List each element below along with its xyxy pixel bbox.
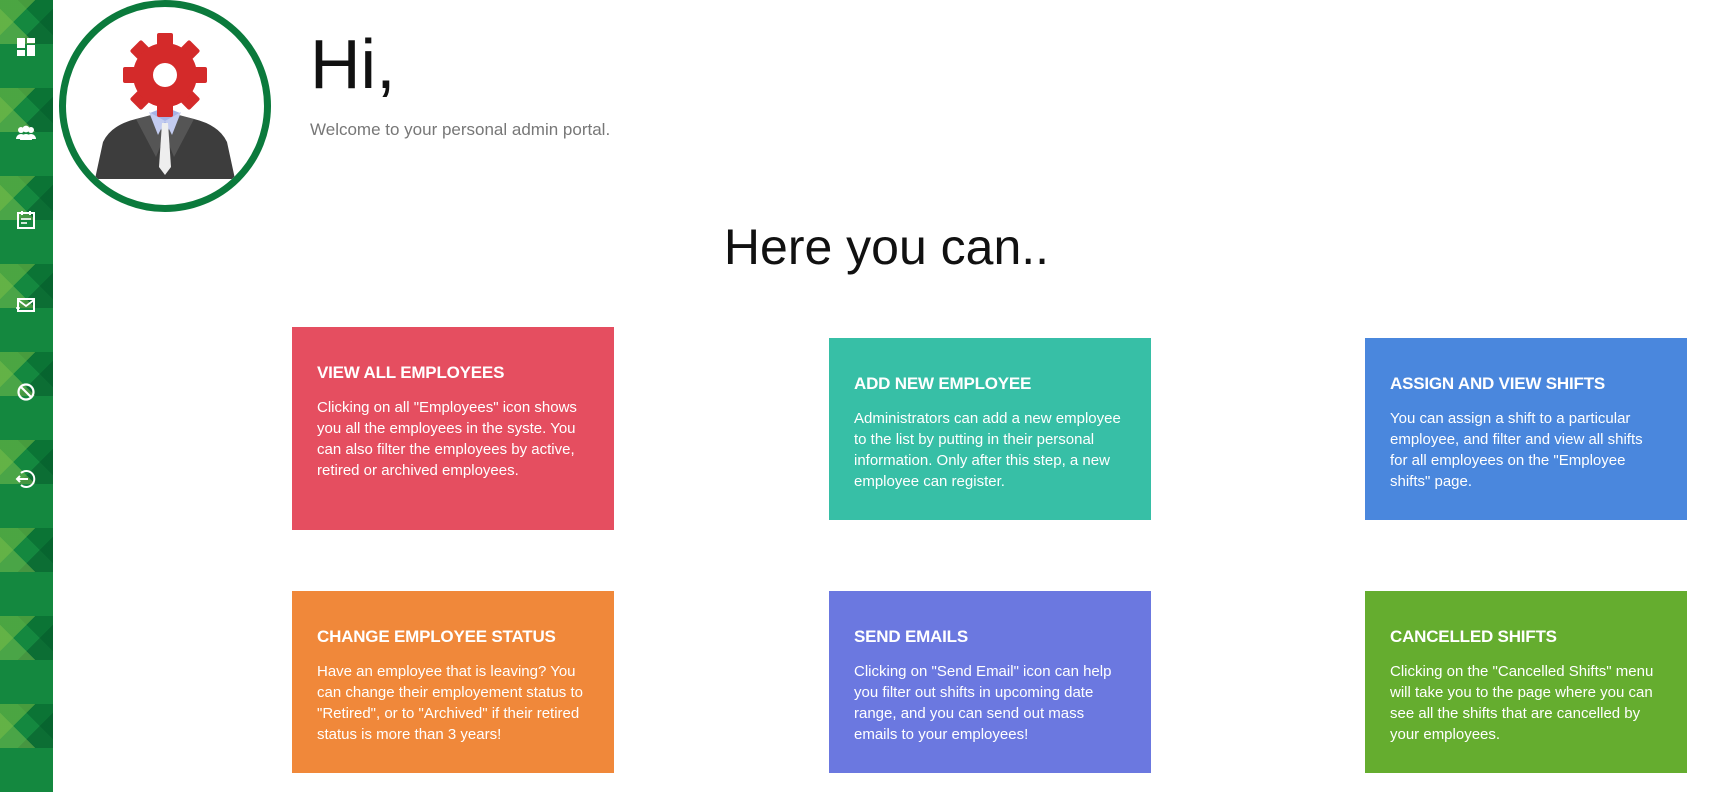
send-email-icon[interactable] bbox=[12, 291, 40, 319]
employees-icon[interactable] bbox=[12, 119, 40, 147]
cancelled-shifts-icon[interactable] bbox=[12, 378, 40, 406]
card-assign-and-view-shifts[interactable]: ASSIGN AND VIEW SHIFTS You can assign a … bbox=[1365, 338, 1687, 520]
card-view-all-employees[interactable]: VIEW ALL EMPLOYEES Clicking on all "Empl… bbox=[292, 327, 614, 530]
sidebar bbox=[0, 0, 53, 792]
card-title: CANCELLED SHIFTS bbox=[1390, 627, 1557, 646]
card-title: SEND EMAILS bbox=[854, 627, 968, 646]
card-cancelled-shifts[interactable]: CANCELLED SHIFTS Clicking on the "Cancel… bbox=[1365, 591, 1687, 773]
card-send-emails[interactable]: SEND EMAILS Clicking on "Send Email" ico… bbox=[829, 591, 1151, 773]
card-text: Clicking on all "Employees" icon shows y… bbox=[317, 399, 577, 479]
shifts-calendar-icon[interactable] bbox=[12, 206, 40, 234]
card-title: ASSIGN AND VIEW SHIFTS bbox=[1390, 374, 1606, 393]
dashboard-icon[interactable] bbox=[12, 33, 40, 61]
welcome-text: Welcome to your personal admin portal. bbox=[310, 120, 611, 139]
card-text: Have an employee that is leaving? You ca… bbox=[317, 663, 583, 743]
card-text: Clicking on the "Cancelled Shifts" menu … bbox=[1390, 663, 1654, 743]
card-text: Clicking on "Send Email" icon can help y… bbox=[854, 663, 1112, 743]
admin-avatar bbox=[59, 0, 271, 212]
admin-gear-head-icon bbox=[95, 33, 235, 179]
section-title: Here you can.. bbox=[723, 219, 1050, 275]
card-add-new-employee[interactable]: ADD NEW EMPLOYEE Administrators can add … bbox=[829, 338, 1151, 520]
greeting-heading: Hi, bbox=[310, 25, 396, 103]
card-title: CHANGE EMPLOYEE STATUS bbox=[317, 627, 556, 646]
card-text: Administrators can add a new employee to… bbox=[854, 410, 1121, 490]
card-title: VIEW ALL EMPLOYEES bbox=[317, 363, 505, 382]
logout-icon[interactable] bbox=[12, 465, 40, 493]
card-title: ADD NEW EMPLOYEE bbox=[854, 374, 1032, 393]
card-text: You can assign a shift to a particular e… bbox=[1390, 410, 1643, 490]
card-change-employee-status[interactable]: CHANGE EMPLOYEE STATUS Have an employee … bbox=[292, 591, 614, 773]
